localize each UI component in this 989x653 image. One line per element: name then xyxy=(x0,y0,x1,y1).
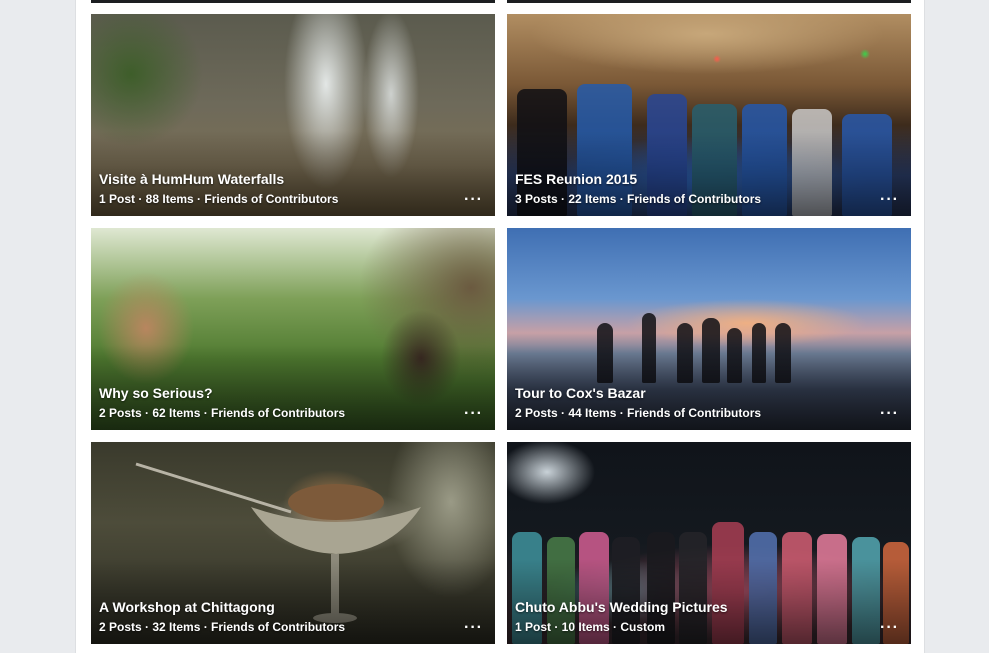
album-meta: 3 Posts · 22 Items · Friends of Contribu… xyxy=(515,192,762,206)
album-meta: 2 Posts · 32 Items · Friends of Contribu… xyxy=(99,620,346,634)
more-options-icon[interactable]: ··· xyxy=(880,406,899,422)
album-card[interactable]: FES Reunion 2015 3 Posts · 22 Items · Fr… xyxy=(507,14,911,216)
album-card[interactable]: Tour to Cox's Bazar 2 Posts · 44 Items ·… xyxy=(507,228,911,430)
album-card[interactable]: Visite à HumHum Waterfalls 1 Post · 88 I… xyxy=(91,14,495,216)
more-options-icon[interactable]: ··· xyxy=(464,192,483,208)
previous-album-edge xyxy=(91,0,495,3)
album-title[interactable]: Visite à HumHum Waterfalls xyxy=(99,171,284,187)
more-options-icon[interactable]: ··· xyxy=(880,620,899,636)
album-meta: 2 Posts · 44 Items · Friends of Contribu… xyxy=(515,406,762,420)
album-grid-panel: Visite à HumHum Waterfalls 1 Post · 88 I… xyxy=(75,0,925,653)
album-title[interactable]: Chuto Abbu's Wedding Pictures xyxy=(515,599,728,615)
album-meta: 2 Posts · 62 Items · Friends of Contribu… xyxy=(99,406,346,420)
more-options-icon[interactable]: ··· xyxy=(464,620,483,636)
previous-album-edge xyxy=(507,0,911,3)
album-card[interactable]: Chuto Abbu's Wedding Pictures 1 Post · 1… xyxy=(507,442,911,644)
album-title[interactable]: FES Reunion 2015 xyxy=(515,171,637,187)
more-options-icon[interactable]: ··· xyxy=(464,406,483,422)
album-meta: 1 Post · 88 Items · Friends of Contribut… xyxy=(99,192,339,206)
more-options-icon[interactable]: ··· xyxy=(880,192,899,208)
album-card[interactable]: A Workshop at Chittagong 2 Posts · 32 It… xyxy=(91,442,495,644)
album-title[interactable]: Tour to Cox's Bazar xyxy=(515,385,646,401)
album-title[interactable]: A Workshop at Chittagong xyxy=(99,599,275,615)
album-title[interactable]: Why so Serious? xyxy=(99,385,213,401)
album-meta: 1 Post · 10 Items · Custom xyxy=(515,620,666,634)
album-card[interactable]: Why so Serious? 2 Posts · 62 Items · Fri… xyxy=(91,228,495,430)
